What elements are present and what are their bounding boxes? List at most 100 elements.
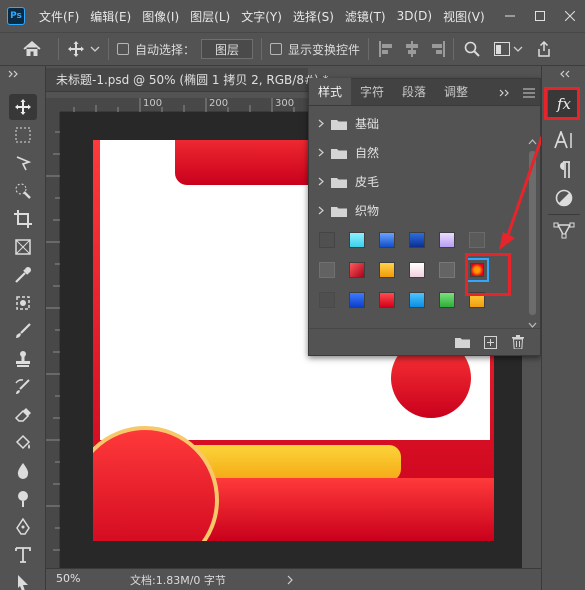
new-style-button[interactable] <box>476 332 504 352</box>
ruler-label-100: 100 <box>143 98 163 109</box>
tab-character[interactable]: 字符 <box>351 78 393 105</box>
marquee-tool[interactable] <box>9 122 37 148</box>
delete-style-button[interactable] <box>504 332 532 352</box>
search-icon[interactable] <box>464 41 480 57</box>
menu-select[interactable]: 选择(S) <box>293 8 334 25</box>
folder-icon <box>331 206 347 217</box>
style-swatch[interactable] <box>432 255 462 285</box>
menu-type[interactable]: 文字(Y) <box>241 8 282 25</box>
style-swatch[interactable] <box>432 225 462 255</box>
style-group-fur[interactable]: 皮毛 <box>309 167 524 196</box>
style-swatch[interactable] <box>372 285 402 315</box>
styles-panel: 样式 字符 段落 调整 基础 自然 皮毛 织物 <box>308 78 541 356</box>
zoom-level-field[interactable]: 50% <box>56 572 100 588</box>
style-swatch[interactable] <box>462 225 492 255</box>
pen-tool[interactable] <box>9 514 37 540</box>
style-group-basic[interactable]: 基础 <box>309 109 524 138</box>
type-tool[interactable] <box>9 542 37 568</box>
menu-layer[interactable]: 图层(L) <box>190 8 230 25</box>
panel-menu-button[interactable] <box>523 79 535 106</box>
path-selection-tool[interactable] <box>9 570 37 590</box>
tools-panel <box>0 66 46 590</box>
collapse-icon <box>560 70 570 78</box>
chevron-right-icon[interactable] <box>286 575 294 585</box>
style-swatch[interactable] <box>342 225 372 255</box>
paint-bucket-tool[interactable] <box>9 430 37 456</box>
history-brush-tool[interactable] <box>9 374 37 400</box>
menu-bar: Ps 文件(F) 编辑(E) 图像(I) 图层(L) 文字(Y) 选择(S) 滤… <box>0 0 585 32</box>
document-info[interactable]: 文档:1.83M/0 字节 <box>130 572 226 588</box>
photoshop-logo: Ps <box>7 7 25 25</box>
quick-select-tool[interactable] <box>9 178 37 204</box>
menu-filter[interactable]: 滤镜(T) <box>345 8 386 25</box>
move-tool-preset[interactable] <box>67 40 100 58</box>
frame-icon <box>15 239 31 255</box>
minimize-button[interactable] <box>495 0 525 32</box>
style-swatch[interactable] <box>312 285 342 315</box>
dodge-tool[interactable] <box>9 486 37 512</box>
paragraph-panel-button[interactable] <box>548 156 580 184</box>
style-swatch[interactable] <box>312 255 342 285</box>
new-group-button[interactable] <box>448 332 476 352</box>
menu-file[interactable]: 文件(F) <box>39 8 79 25</box>
auto-select-checkbox[interactable] <box>117 43 129 55</box>
character-panel-button[interactable] <box>548 126 580 154</box>
menu-image[interactable]: 图像(I) <box>142 8 179 25</box>
paths-icon <box>553 222 575 239</box>
tab-styles[interactable]: 样式 <box>309 78 352 105</box>
style-group-list: 基础 自然 皮毛 织物 <box>309 109 524 225</box>
home-button[interactable] <box>14 32 50 66</box>
document-tab[interactable]: 未标题-1.psd @ 50% (椭圆 1 拷贝 2, RGB/8#) * <box>46 68 329 92</box>
auto-select-target-dropdown[interactable]: 图层 <box>201 39 254 59</box>
style-swatch[interactable] <box>492 225 522 255</box>
ruler-label-200: 200 <box>209 98 229 109</box>
blur-tool[interactable] <box>9 458 37 484</box>
style-swatch[interactable] <box>372 225 402 255</box>
menu-icon <box>523 88 535 97</box>
tab-adjustments[interactable]: 调整 <box>435 78 477 105</box>
move-tool[interactable] <box>9 94 37 120</box>
align-buttons <box>379 41 446 57</box>
workspace-button[interactable] <box>494 42 523 56</box>
panel-scrollbar[interactable] <box>526 137 539 331</box>
panel-expand-button[interactable] <box>499 79 511 106</box>
show-transform-checkbox[interactable] <box>270 43 283 55</box>
style-swatch[interactable] <box>432 285 462 315</box>
frame-tool[interactable] <box>9 234 37 260</box>
maximize-button[interactable] <box>525 0 555 32</box>
chevron-right-icon <box>318 206 324 215</box>
healing-brush-tool[interactable] <box>9 290 37 316</box>
style-swatch[interactable] <box>402 225 432 255</box>
horizontal-ruler[interactable]: 100 200 300 <box>60 98 308 112</box>
stamp-tool[interactable] <box>9 346 37 372</box>
style-swatch[interactable] <box>312 225 342 255</box>
chevron-down-icon <box>513 46 523 52</box>
style-swatch[interactable] <box>402 285 432 315</box>
lasso-tool[interactable] <box>9 150 37 176</box>
stamp-icon <box>16 351 30 367</box>
adjustments-icon <box>555 189 573 207</box>
align-left-icon <box>379 41 393 57</box>
eyedropper-tool[interactable] <box>9 262 37 288</box>
paths-panel-button[interactable] <box>548 216 580 244</box>
close-button[interactable] <box>555 0 585 32</box>
share-icon[interactable] <box>537 41 551 57</box>
style-group-nature[interactable]: 自然 <box>309 138 524 167</box>
style-swatch[interactable] <box>342 255 372 285</box>
adjustments-panel-button[interactable] <box>548 184 580 212</box>
style-swatch[interactable] <box>402 255 432 285</box>
vertical-ruler[interactable] <box>46 112 60 568</box>
style-group-label: 基础 <box>355 117 380 131</box>
eraser-tool[interactable] <box>9 402 37 428</box>
style-swatch[interactable] <box>372 255 402 285</box>
crop-tool[interactable] <box>9 206 37 232</box>
menu-3d[interactable]: 3D(D) <box>397 9 432 23</box>
menu-view[interactable]: 视图(V) <box>443 8 485 25</box>
separator <box>453 38 455 60</box>
brush-tool[interactable] <box>9 318 37 344</box>
menu-edit[interactable]: 编辑(E) <box>90 8 131 25</box>
style-swatch[interactable] <box>342 285 372 315</box>
style-group-fabric[interactable]: 织物 <box>309 196 524 225</box>
ruler-origin[interactable] <box>46 98 60 112</box>
tab-paragraph[interactable]: 段落 <box>393 78 435 105</box>
